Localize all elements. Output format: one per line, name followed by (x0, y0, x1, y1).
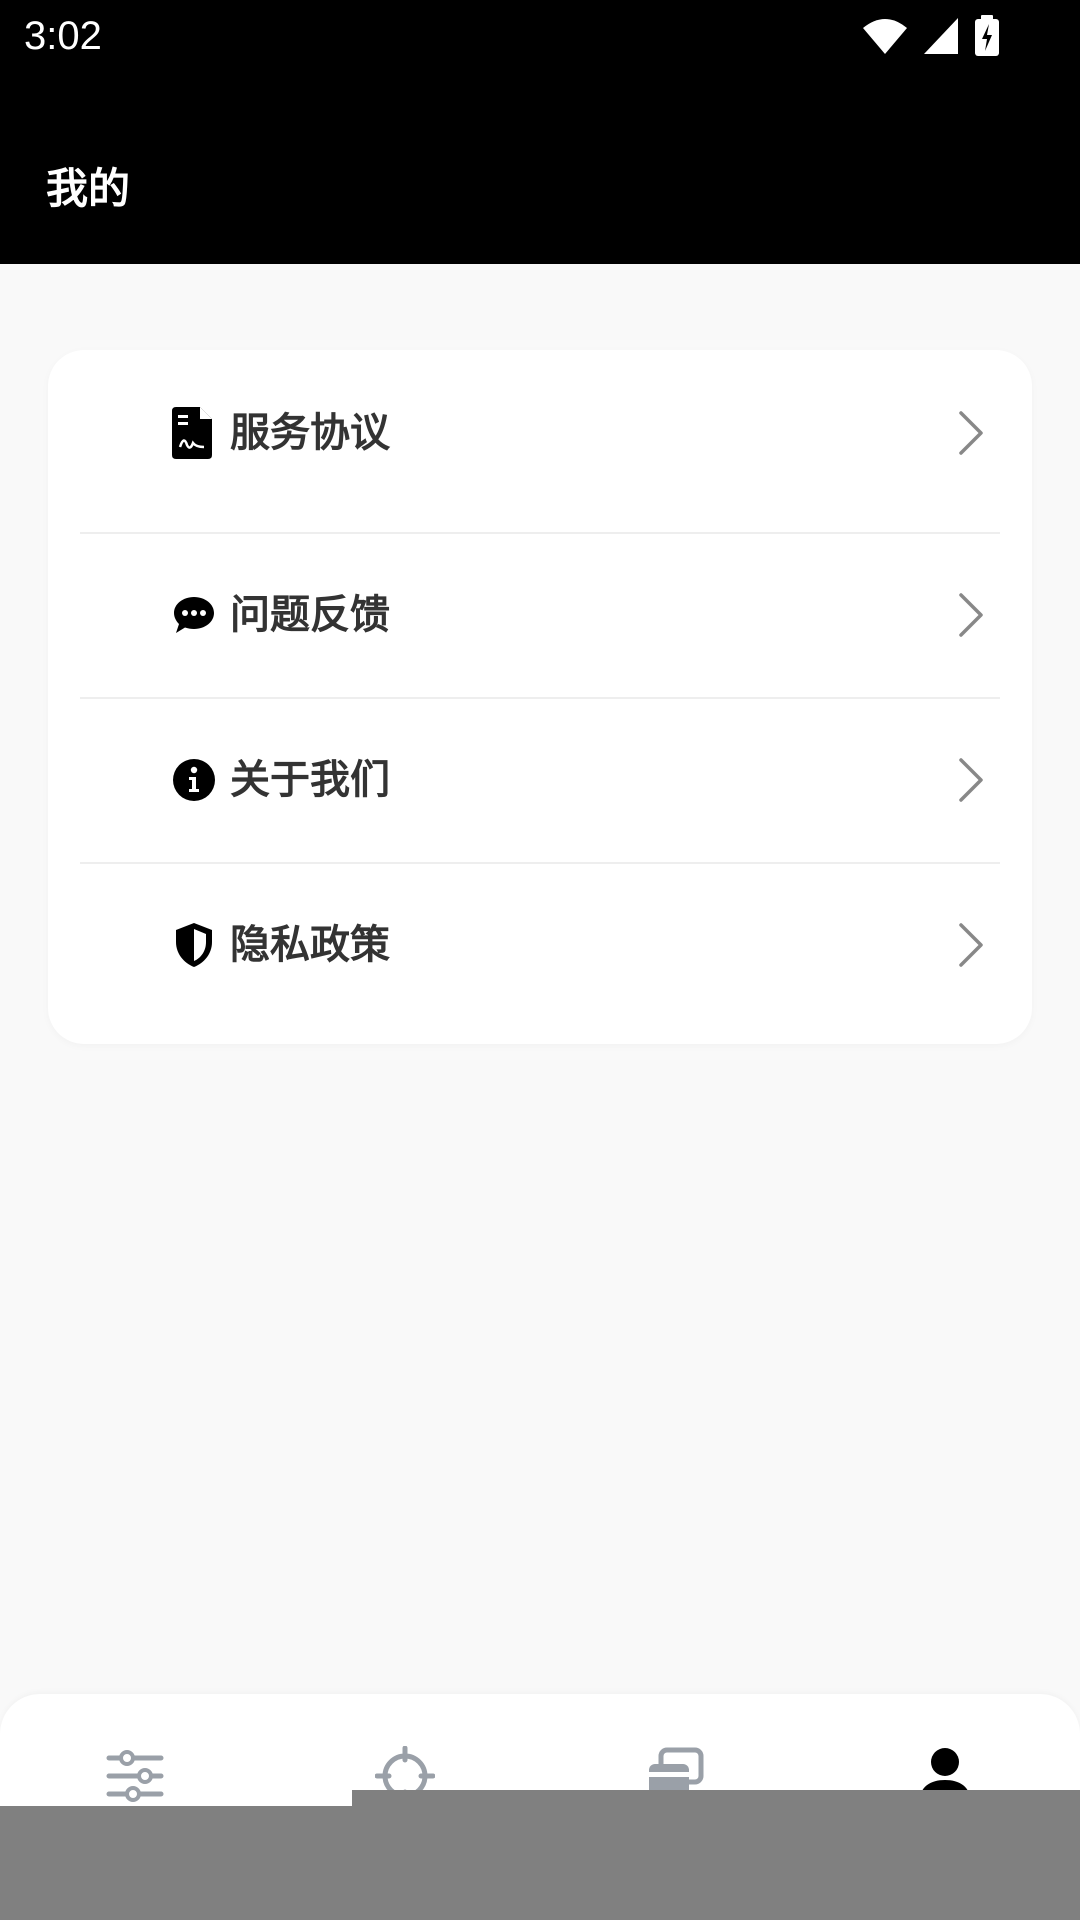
chevron-right-icon (959, 592, 983, 637)
menu-item-label: 关于我们 (230, 756, 390, 803)
menu-item-label: 服务协议 (230, 409, 390, 456)
menu-item-feedback[interactable]: 问题反馈 (80, 532, 1000, 697)
status-time: 3:02 (24, 14, 102, 58)
battery-charging-icon (975, 15, 999, 56)
menu-item-label: 问题反馈 (230, 591, 390, 638)
chevron-right-icon (959, 410, 983, 455)
app-bar: 我的 (0, 72, 1080, 264)
chevron-right-icon (959, 922, 983, 967)
info-icon (173, 758, 215, 801)
sliders-icon (106, 1750, 164, 1802)
wifi-icon (863, 19, 907, 54)
screen: 3:02 我的 服务协议 问题反馈 关于我们 隐私政策 (0, 0, 1080, 1920)
menu-item-service-agreement[interactable]: 服务协议 (80, 350, 1000, 515)
page-title: 我的 (46, 164, 131, 213)
menu-item-privacy-policy[interactable]: 隐私政策 (80, 862, 1000, 1027)
shield-icon (176, 922, 212, 967)
chat-bubble-icon (174, 596, 214, 633)
chevron-right-icon (959, 757, 983, 802)
menu-item-about-us[interactable]: 关于我们 (80, 697, 1000, 862)
status-bar: 3:02 (0, 0, 1080, 72)
nav-item-settings[interactable] (105, 1746, 165, 1806)
menu-item-label: 隐私政策 (230, 921, 390, 968)
document-signature-icon (172, 406, 212, 459)
status-icons (862, 14, 1000, 58)
menu-card: 服务协议 问题反馈 关于我们 隐私政策 (48, 350, 1032, 1044)
overlay-panel (0, 1806, 1080, 1920)
cellular-signal-icon (924, 18, 958, 54)
